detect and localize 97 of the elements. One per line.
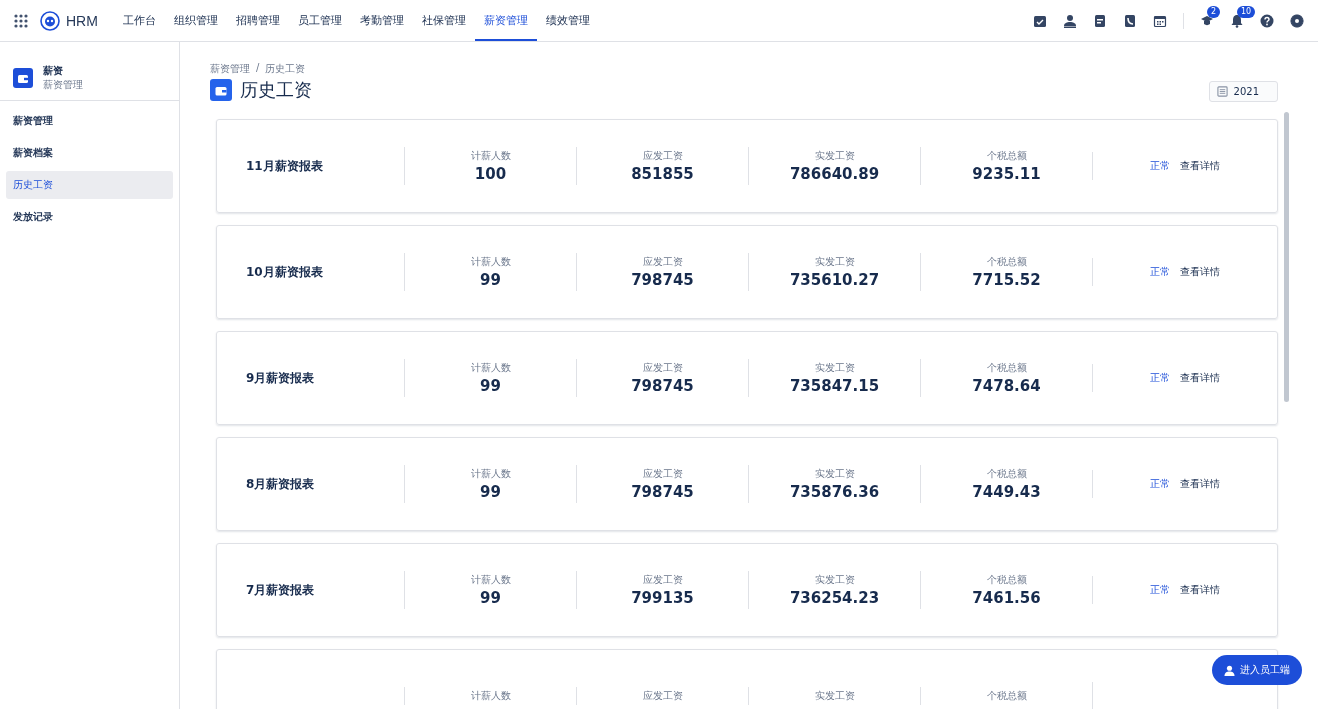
stat-value: 7449.43: [971, 483, 1042, 501]
stat-label: 计薪人数: [469, 149, 512, 163]
calendar-check-icon[interactable]: [1033, 13, 1047, 28]
stat-value: 7478.64: [971, 377, 1042, 395]
status-label: 正常: [1150, 477, 1170, 491]
stat-label: 计薪人数: [469, 573, 512, 587]
stat-value: 9235.11: [971, 165, 1042, 183]
nav-tab[interactable]: 工作台: [113, 0, 165, 41]
wallet-icon: [210, 79, 232, 101]
stat-label: 个税总额: [985, 467, 1028, 481]
stat-label: 个税总额: [985, 573, 1028, 587]
stat-label: 计薪人数: [469, 689, 512, 703]
stat-value: 798745: [630, 271, 695, 289]
stat-label: 应发工资: [641, 255, 684, 269]
stat-label: 实发工资: [813, 467, 856, 481]
sidebar-item[interactable]: 薪资档案: [6, 139, 173, 167]
view-details-link[interactable]: 查看详情: [1180, 583, 1220, 597]
status-label: 正常: [1150, 159, 1170, 173]
sidebar-item[interactable]: 发放记录: [6, 203, 173, 231]
stat-label: 应发工资: [641, 149, 684, 163]
stat-label: 个税总额: [985, 689, 1028, 703]
logo-icon: [40, 10, 60, 31]
stat-value: 7461.56: [971, 589, 1042, 607]
view-details-link[interactable]: 查看详情: [1180, 159, 1220, 173]
nav-tab[interactable]: 组织管理: [164, 0, 227, 41]
view-details-link[interactable]: 查看详情: [1180, 371, 1220, 385]
stat-value: 99: [479, 377, 502, 395]
stat-value: 99: [479, 483, 502, 501]
graduation-cap-icon[interactable]: [1200, 13, 1214, 28]
stat-label: 计薪人数: [469, 467, 512, 481]
stat-label: 实发工资: [813, 149, 856, 163]
calendar-icon: [1216, 85, 1228, 97]
document-icon[interactable]: [1093, 13, 1107, 28]
status-label: 正常: [1150, 583, 1170, 597]
stat-value: 735876.36: [788, 483, 881, 501]
stat-value: 7715.52: [971, 271, 1042, 289]
breadcrumb-separator: /: [256, 62, 260, 75]
view-details-link[interactable]: 查看详情: [1180, 265, 1220, 279]
stat-value: 799135: [630, 589, 695, 607]
stat-label: 应发工资: [641, 573, 684, 587]
employee-portal-button[interactable]: 进入员工端: [1212, 655, 1302, 685]
app-grid-icon[interactable]: [14, 13, 28, 28]
nav-tab[interactable]: 考勤管理: [350, 0, 413, 41]
report-title: 9月薪资报表: [246, 370, 315, 385]
stat-value: 100: [473, 165, 508, 183]
status-label: 正常: [1150, 265, 1170, 279]
stat-label: 个税总额: [985, 361, 1028, 375]
stat-label: 实发工资: [813, 255, 856, 269]
stat-value: 735847.15: [788, 377, 881, 395]
page-title: 历史工资: [240, 78, 312, 102]
stat-label: 计薪人数: [469, 255, 512, 269]
breadcrumb-link[interactable]: 薪资管理: [210, 62, 250, 76]
stat-label: 应发工资: [641, 689, 684, 703]
notification-count: 2: [1207, 5, 1221, 18]
sidebar-item[interactable]: 薪资管理: [6, 107, 173, 135]
status-label: 正常: [1150, 371, 1170, 385]
stat-label: 实发工资: [813, 361, 856, 375]
help-icon[interactable]: [1260, 13, 1274, 28]
phone-book-icon[interactable]: [1123, 13, 1137, 28]
stat-label: 个税总额: [985, 149, 1028, 163]
stat-label: 实发工资: [813, 573, 856, 587]
nav-tab[interactable]: 绩效管理: [536, 0, 599, 41]
bell-icon[interactable]: [1230, 13, 1244, 28]
scrollbar[interactable]: [1284, 112, 1289, 402]
stat-value: 99: [479, 271, 502, 289]
report-title: 7月薪资报表: [246, 582, 315, 597]
nav-tab[interactable]: 员工管理: [288, 0, 351, 41]
stat-label: 应发工资: [641, 467, 684, 481]
stat-value: 735610.27: [788, 271, 881, 289]
stat-value: 798745: [630, 377, 695, 395]
report-title: 11月薪资报表: [246, 158, 323, 173]
stat-label: 应发工资: [641, 361, 684, 375]
stat-value: 798745: [630, 483, 695, 501]
stat-value: 99: [479, 589, 502, 607]
report-title: 8月薪资报表: [246, 476, 315, 491]
calendar-icon[interactable]: [1153, 13, 1167, 28]
person-icon: [1224, 664, 1235, 676]
brand-name: HRM: [66, 12, 98, 29]
nav-tab[interactable]: 招聘管理: [226, 0, 289, 41]
person-icon[interactable]: [1063, 13, 1077, 28]
breadcrumb-link[interactable]: 历史工资: [265, 62, 306, 76]
wallet-icon: [13, 68, 33, 88]
stat-label: 实发工资: [813, 689, 856, 703]
section-subtitle: 薪资管理: [43, 78, 83, 92]
section-title: 薪资: [43, 64, 64, 78]
stat-value: 851855: [630, 165, 695, 183]
sidebar-item[interactable]: 历史工资: [6, 171, 173, 199]
report-title: 10月薪资报表: [246, 264, 323, 279]
view-details-link[interactable]: 查看详情: [1180, 477, 1220, 491]
notification-count: 10: [1237, 5, 1256, 18]
stat-value: 786640.89: [788, 165, 881, 183]
year-picker[interactable]: 2021: [1208, 80, 1278, 102]
stat-label: 个税总额: [985, 255, 1028, 269]
stat-value: 736254.23: [788, 589, 881, 607]
nav-tab[interactable]: 薪资管理: [474, 0, 537, 41]
nav-tab[interactable]: 社保管理: [412, 0, 475, 41]
stat-label: 计薪人数: [469, 361, 512, 375]
